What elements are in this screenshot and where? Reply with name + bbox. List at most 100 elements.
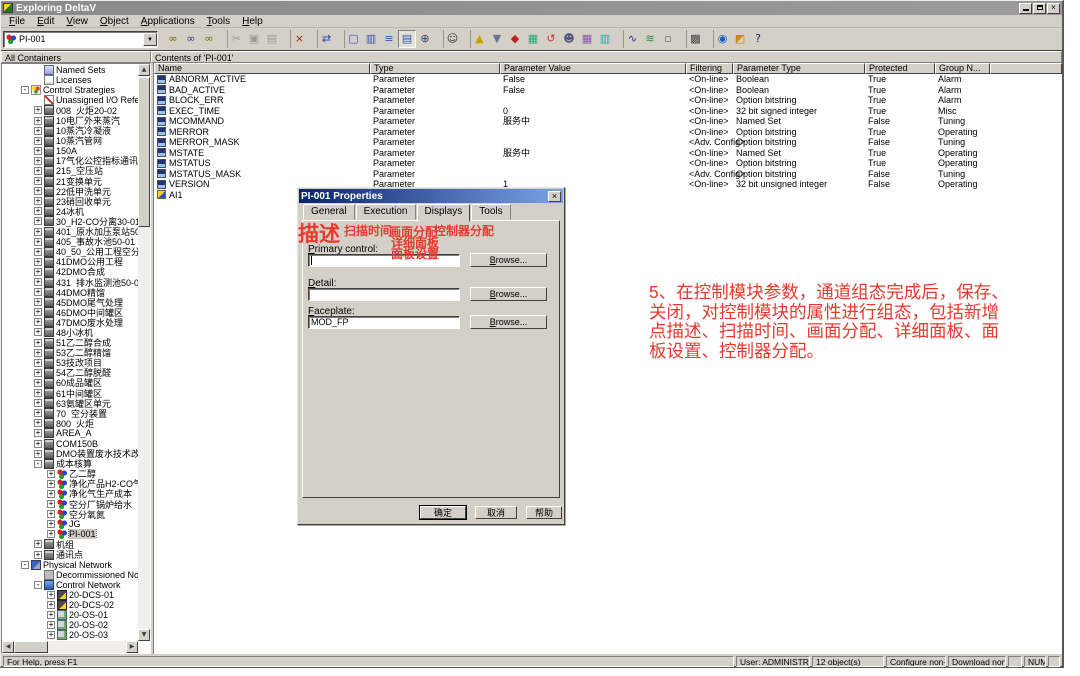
restore-button[interactable] [1033,3,1046,14]
EXEC_TIME[interactable]: EXEC_TIME Parameter 0 <On-line> 32 bit s… [154,106,1062,117]
close-button[interactable]: × [1047,3,1060,14]
tree-item[interactable]: + 60成品罐区 [2,378,138,388]
context-help-button[interactable]: ? [749,30,767,48]
tree-item[interactable]: + AREA_A [2,428,138,438]
web-button[interactable]: ◉ [713,30,731,48]
tree-item-pi-001[interactable]: + PI-001 [2,529,138,539]
tab-displays[interactable]: Displays [417,204,471,222]
tree-expander[interactable]: + [34,440,42,448]
column-header[interactable]: Type [370,63,500,74]
undo-button[interactable]: ↺ [542,30,560,48]
tree-item[interactable]: + 150A [2,146,138,156]
tree-item[interactable]: + 23硝回收单元 [2,196,138,206]
tree-item[interactable]: + 空分氧氮 [2,509,138,519]
column-header[interactable]: Group N... [935,63,990,74]
tree-item[interactable]: + 20-OS-02 [2,620,138,630]
tree-expander[interactable]: + [47,591,55,599]
menu-view[interactable]: View [60,16,94,27]
tree-expander[interactable]: + [34,167,42,175]
tree-expander[interactable]: + [34,157,42,165]
tree-expander[interactable]: + [47,480,55,488]
tree-expander[interactable]: + [34,369,42,377]
MERROR[interactable]: MERROR Parameter <On-line> Option bitstr… [154,127,1062,138]
tree-item[interactable]: + 30_H2-CO分离30-01 [2,216,138,226]
VERSION[interactable]: VERSION Parameter 1 <On-line> 32 bit uns… [154,179,1062,190]
tree-item[interactable]: Decommissioned Nodes [2,570,138,580]
copy-button[interactable]: ▣ [245,30,263,48]
scroll-thumb[interactable] [138,77,150,227]
tree-expander[interactable]: + [34,137,42,145]
tree-expander[interactable]: + [34,349,42,357]
tree-expander[interactable]: + [34,540,42,548]
tree-horizontal-scrollbar[interactable]: ◀ ▶ [2,641,138,653]
object-combobox[interactable]: PI-001 ▼ [3,31,158,48]
tree-item[interactable]: + 10蒸汽管网 [2,136,138,146]
tree-expander[interactable]: + [34,217,42,225]
tree-expander[interactable]: + [34,308,42,316]
cut-button[interactable]: ✂ [227,30,245,48]
tree-expander[interactable]: - [34,581,42,589]
tree-expander[interactable]: - [34,460,42,468]
trend-button[interactable]: ∿ [623,30,641,48]
tree-expander[interactable]: + [34,248,42,256]
cancel-button[interactable]: 取消 [475,506,517,519]
tree-item[interactable]: + 净化产品H2-CO气生产 [2,479,138,489]
tree-item[interactable]: + 53技改项目 [2,358,138,368]
tree-item[interactable]: + DMO装置废水技术改造 [2,449,138,459]
tree-expander[interactable]: + [47,530,55,538]
menu-tools[interactable]: Tools [201,16,236,27]
user-button[interactable]: ☻ [560,30,578,48]
MCOMMAND[interactable]: MCOMMAND Parameter 服务中 <On-line> Named S… [154,116,1062,127]
tree-item[interactable]: + 008_火炬20-02 [2,105,138,115]
tree-item[interactable]: + 401_原水加压泵站50-03 [2,227,138,237]
tree-expander[interactable]: + [34,298,42,306]
tree-item[interactable]: + 63氨罐区单元 [2,398,138,408]
tree-expander[interactable]: + [47,500,55,508]
tree-item[interactable]: + 17气化公控指标通讯点 [2,156,138,166]
alarm-button[interactable]: ▲ [470,30,488,48]
view-list-button[interactable]: ≡ [380,30,398,48]
tree-expander[interactable]: + [34,328,42,336]
tree-item[interactable]: + 20-DCS-02 [2,600,138,610]
tree-expander[interactable]: - [21,561,29,569]
tree-item[interactable]: + 431_排水监测池50-03 [2,277,138,287]
menu-object[interactable]: Object [94,16,135,27]
detail-input[interactable] [308,288,460,301]
tree-item[interactable]: - 成本核算 [2,459,138,469]
tree-expander[interactable]: + [34,359,42,367]
help-button[interactable]: 帮助 [526,506,562,519]
tree-expander[interactable]: + [47,490,55,498]
tree-expander[interactable]: + [34,339,42,347]
primary-control-browse-button[interactable]: Browse... [470,253,547,267]
scroll-thumb-horizontal[interactable] [14,641,48,653]
tree-item[interactable]: Unassigned I/O References [2,95,138,105]
tree-expander[interactable]: + [34,278,42,286]
menu-file[interactable]: File [3,16,31,27]
minimize-button[interactable] [1019,3,1032,14]
column-header[interactable]: Filtering [686,63,733,74]
tree-expander[interactable]: + [34,127,42,135]
tree-expander[interactable]: + [34,450,42,458]
tree-item[interactable]: + 乙二醇 [2,469,138,479]
tree-item[interactable]: + 800_火炬 [2,418,138,428]
column-header[interactable]: Name [154,63,370,74]
tree-item[interactable]: - Control Strategies [2,85,138,95]
tree-item[interactable]: + 42DMO合成 [2,267,138,277]
faceplate-browse-button[interactable]: Browse... [470,315,547,329]
bookmark-button[interactable]: ◆ [506,30,524,48]
MSTATE[interactable]: MSTATE Parameter 服务中 <On-line> Named Set… [154,148,1062,159]
tree-expander[interactable]: - [21,86,29,94]
tree-item[interactable]: + 44DMO精馏 [2,287,138,297]
books-online-button[interactable]: ◩ [731,30,749,48]
view-small-icons-button[interactable]: ▥ [362,30,380,48]
MSTATUS[interactable]: MSTATUS Parameter <On-line> Option bitst… [154,158,1062,169]
tree-expander[interactable]: + [34,399,42,407]
download-tool-button[interactable]: ▼ [488,30,506,48]
tree-item[interactable]: + 53乙二醇精馏 [2,348,138,358]
tree-item[interactable]: + 20-OS-01 [2,610,138,620]
MSTATUS_MASK[interactable]: MSTATUS_MASK Parameter <Adv. Config> Opt… [154,169,1062,180]
process-button[interactable]: ▫ [659,30,677,48]
tree-item[interactable]: + 空分厂锅炉给水 [2,499,138,509]
tree-expander[interactable]: + [47,631,55,639]
tree-item[interactable]: + 22低甲洗单元 [2,186,138,196]
